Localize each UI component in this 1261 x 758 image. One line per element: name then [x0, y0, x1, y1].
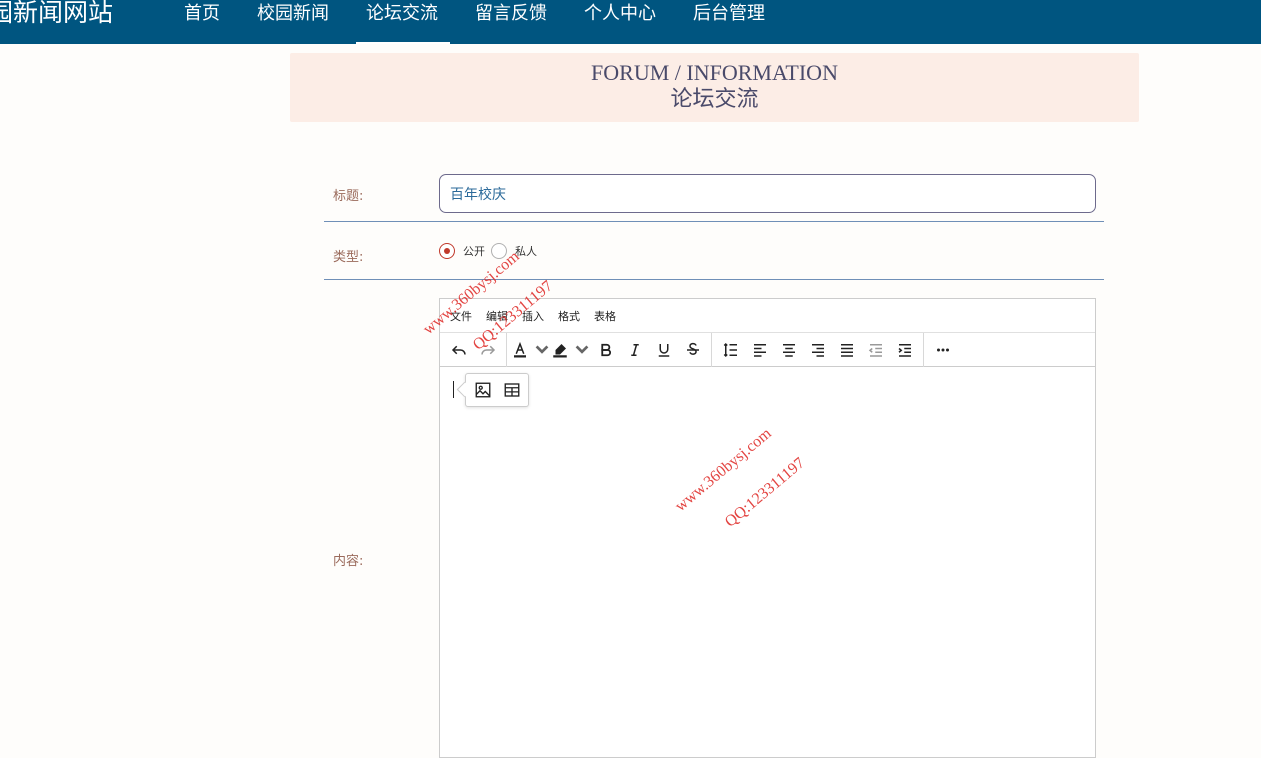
menu-table[interactable]: 表格	[594, 308, 616, 324]
highlight-icon[interactable]	[551, 336, 591, 364]
content-label: 内容:	[333, 554, 364, 569]
italic-icon[interactable]	[620, 336, 649, 364]
nav-feedback[interactable]: 留言反馈	[463, 0, 559, 44]
radio-public-label: 公开	[463, 245, 485, 258]
nav-forum[interactable]: 论坛交流	[354, 0, 450, 44]
rich-text-editor: 文件 编辑 插入 格式 表格	[439, 298, 1096, 758]
nav-personal-center[interactable]: 个人中心	[572, 0, 668, 44]
editor-menubar: 文件 编辑 插入 格式 表格	[440, 299, 1095, 333]
text-color-icon[interactable]	[511, 336, 551, 364]
banner-title-en: FORUM / INFORMATION	[591, 60, 838, 85]
title-row: 标题:	[324, 172, 1104, 222]
forum-post-form: 标题: 类型: 公开 私人	[324, 172, 1104, 280]
redo-icon[interactable]	[473, 336, 502, 364]
underline-icon[interactable]	[649, 336, 678, 364]
type-radio-group: 公开 私人	[439, 243, 543, 259]
site-title[interactable]: 园新闻网站	[0, 0, 113, 32]
nav-admin[interactable]: 后台管理	[681, 0, 777, 44]
editor-toolbar	[440, 332, 1095, 367]
strikethrough-icon[interactable]	[678, 336, 707, 364]
align-justify-icon[interactable]	[832, 336, 861, 364]
text-cursor	[453, 381, 454, 398]
more-icon[interactable]	[928, 336, 957, 364]
main-nav: 首页 校园新闻 论坛交流 留言反馈 个人中心 后台管理	[172, 0, 777, 44]
radio-private-label: 私人	[515, 245, 537, 258]
align-right-icon[interactable]	[803, 336, 832, 364]
line-height-icon[interactable]	[716, 336, 745, 364]
bold-icon[interactable]	[591, 336, 620, 364]
nav-home[interactable]: 首页	[172, 0, 232, 44]
banner-title-cn: 论坛交流	[670, 87, 759, 112]
menu-format[interactable]: 格式	[558, 308, 580, 324]
type-row: 类型: 公开 私人	[324, 222, 1104, 280]
history-group	[440, 332, 507, 367]
nav-campus-news[interactable]: 校园新闻	[245, 0, 341, 44]
menu-file[interactable]: 文件	[450, 308, 472, 324]
title-label: 标题:	[333, 189, 364, 204]
radio-private-dot[interactable]	[491, 243, 507, 259]
editor-content-area[interactable]	[440, 367, 1095, 757]
page-banner: FORUM / INFORMATION 论坛交流	[290, 53, 1139, 122]
outdent-icon[interactable]	[861, 336, 890, 364]
title-input[interactable]	[439, 174, 1096, 213]
menu-insert[interactable]: 插入	[522, 308, 544, 324]
type-label: 类型:	[333, 250, 364, 265]
radio-private[interactable]: 私人	[491, 243, 537, 259]
more-group	[924, 333, 961, 367]
undo-icon[interactable]	[444, 336, 473, 364]
table-icon[interactable]	[497, 376, 526, 404]
align-left-icon[interactable]	[745, 336, 774, 364]
image-icon[interactable]	[468, 376, 497, 404]
radio-public[interactable]: 公开	[439, 243, 485, 259]
top-nav-bar: 园新闻网站 首页 校园新闻 论坛交流 留言反馈 个人中心 后台管理	[0, 0, 1261, 44]
quick-insert-toolbar	[465, 373, 529, 407]
radio-public-dot[interactable]	[439, 243, 455, 259]
format-group	[507, 332, 712, 367]
align-center-icon[interactable]	[774, 336, 803, 364]
paragraph-group	[712, 332, 924, 367]
indent-icon[interactable]	[890, 336, 919, 364]
menu-edit[interactable]: 编辑	[486, 308, 508, 324]
